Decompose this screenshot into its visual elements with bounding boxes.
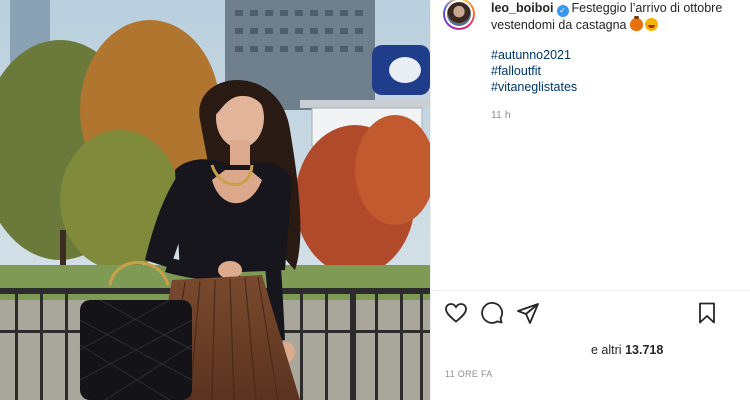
share-button[interactable] <box>515 300 541 326</box>
post-date[interactable]: 11 ORE FA <box>445 369 493 379</box>
caption-time[interactable]: 11 h <box>491 107 734 123</box>
caption-area: leo_boiboi ✓ Festeggio l’arrivo di ottobre… <box>443 0 742 288</box>
photo-illustration <box>0 0 430 400</box>
avatar[interactable] <box>443 0 475 30</box>
comment-icon <box>481 302 503 324</box>
likes-prefix: e altri <box>591 343 622 357</box>
paper-plane-icon <box>517 303 539 324</box>
divider <box>431 290 750 291</box>
username-link[interactable]: leo_boiboi <box>491 1 554 15</box>
instagram-post: leo_boiboi ✓ Festeggio l’arrivo di ottobre… <box>0 0 750 400</box>
hashtag-link[interactable]: #falloutfit <box>491 63 734 79</box>
hashtag-link[interactable]: #autunno2021 <box>491 47 734 63</box>
likes-summary[interactable]: e altri 13.718 <box>591 343 663 357</box>
likes-count: 13.718 <box>625 343 664 357</box>
like-button[interactable] <box>443 300 469 326</box>
post-photo[interactable] <box>0 0 430 400</box>
save-button[interactable] <box>694 300 720 326</box>
chestnut-emoji <box>629 16 643 31</box>
bookmark-icon <box>699 302 715 324</box>
heart-icon <box>445 303 467 323</box>
avatar-photo <box>447 2 471 26</box>
action-bar <box>443 300 720 328</box>
hashtag-link[interactable]: #vitaneglistates <box>491 79 734 95</box>
comment-button[interactable] <box>479 300 505 326</box>
hashtag-list: #autunno2021 #falloutfit #vitaneglistate… <box>491 47 734 95</box>
post-caption: leo_boiboi ✓ Festeggio l’arrivo di ottobre… <box>491 0 734 123</box>
post-sidebar: leo_boiboi ✓ Festeggio l’arrivo di ottobre… <box>430 0 750 400</box>
verified-badge-icon: ✓ <box>556 5 569 17</box>
smiling-face-hearts-emoji <box>644 18 658 31</box>
